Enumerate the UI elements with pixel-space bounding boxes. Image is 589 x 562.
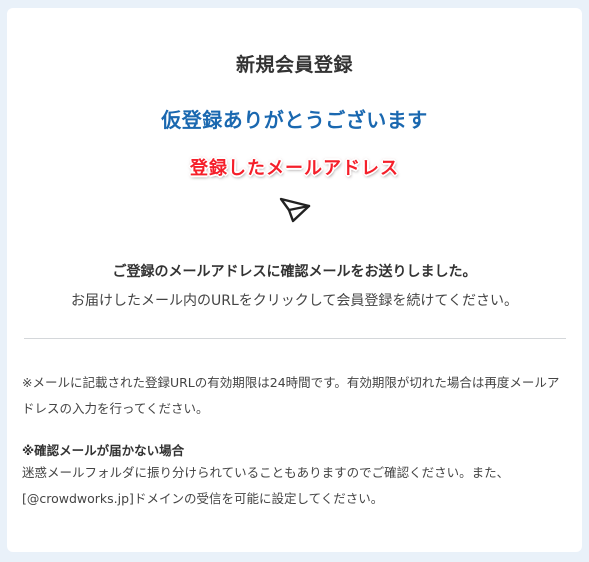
instruction-text: お届けしたメール内のURLをクリックして会員登録を続けてください。 — [71, 293, 518, 309]
thanks-heading: 仮登録ありがとうございます — [161, 108, 428, 132]
send-paper-plane-icon — [279, 197, 311, 223]
expiry-note: ※メールに記載された登録URLの有効期限は24時間です。有効期限が切れた場合は再… — [22, 375, 560, 416]
not-received-body: 迷惑メールフォルダに振り分けられていることもありますのでご確認ください。また、[… — [22, 465, 510, 506]
divider — [24, 338, 566, 339]
registered-email-label: 登録したメールアドレス — [190, 158, 399, 179]
not-received-heading: ※確認メールが届かない場合 — [22, 443, 185, 458]
registration-card: 新規会員登録 仮登録ありがとうございます 登録したメールアドレス ご登録のメール… — [7, 8, 582, 552]
page-title: 新規会員登録 — [235, 54, 353, 76]
confirmation-sent-message: ご登録のメールアドレスに確認メールをお送りしました。 — [112, 264, 477, 280]
